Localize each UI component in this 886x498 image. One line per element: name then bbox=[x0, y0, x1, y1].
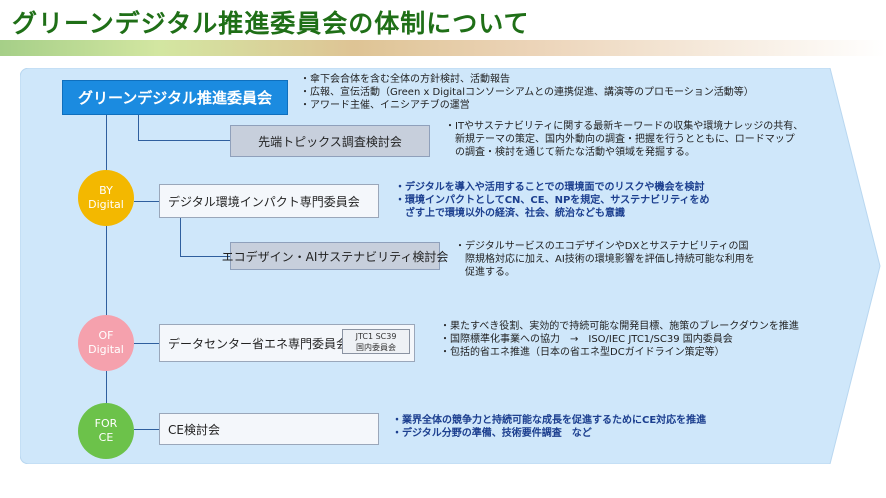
ce-committee-notes: ・業界全体の競争力と持続可能な成長を促進するためにCE対応を推進 ・デジタル分野… bbox=[392, 414, 706, 440]
topics-connector-h bbox=[138, 140, 230, 141]
datacenter-notes: ・果たすべき役割、実効的で持続可能な開発目標、施策のブレークダウンを推進 ・国際… bbox=[440, 320, 799, 359]
topics-connector-v bbox=[138, 115, 139, 140]
note-line: ・広報、宣伝活動（Green x Digitalコンソーシアムとの連携促進、講演… bbox=[300, 87, 754, 98]
for-connector bbox=[134, 429, 159, 430]
circle-label-top: OF bbox=[98, 329, 114, 342]
note-line: ・包括的省エネ推進（日本の省エネ型DCガイドライン策定等） bbox=[440, 347, 725, 358]
of-digital-circle: OF Digital bbox=[78, 315, 134, 371]
note-line: 際規格対応に加え、AI技術の環境影響を評価し持続可能な利用を bbox=[455, 254, 755, 265]
page-title: グリーンデジタル推進委員会の体制について bbox=[12, 9, 530, 38]
digital-impact-notes: ・デジタルを導入や活用することでの環境面でのリスクや機会を検討 ・環境インパクト… bbox=[395, 181, 709, 220]
note-line: ・国際標準化事業への協力 → ISO/IEC JTC1/SC39 国内委員会 bbox=[440, 334, 733, 345]
by-digital-circle: BY Digital bbox=[78, 170, 134, 226]
note-line: 促進する。 bbox=[455, 267, 515, 278]
main-committee-notes: ・傘下会合体を含む全体の方針検討、活動報告 ・広報、宣伝活動（Green x D… bbox=[300, 73, 754, 112]
topics-committee-notes: ・ITやサステナビリティに関する最新キーワードの収集や環境ナレッジの共有、 新規… bbox=[445, 120, 803, 159]
circle-label-top: BY bbox=[99, 184, 113, 197]
note-line: ・デジタルサービスのエコデザインやDXとサステナビリティの国 bbox=[455, 241, 749, 252]
note-line: ・ITやサステナビリティに関する最新キーワードの収集や環境ナレッジの共有、 bbox=[445, 121, 804, 132]
eco-connector-v bbox=[180, 218, 181, 256]
datacenter-committee-label: データセンター省エネ専門委員会 bbox=[168, 336, 349, 351]
circle-label-top: FOR bbox=[94, 417, 118, 430]
note-line: 新規テーマの策定、国内外動向の調査・把握を行うとともに、ロードマップ bbox=[445, 134, 795, 145]
note-line: ・果たすべき役割、実効的で持続可能な開発目標、施策のブレークダウンを推進 bbox=[440, 321, 799, 332]
digital-impact-committee-box[interactable]: デジタル環境インパクト専門委員会 bbox=[159, 184, 379, 218]
note-line: ・アワード主催、イニシアチブの運営 bbox=[300, 100, 470, 111]
main-vertical-connector bbox=[106, 115, 107, 425]
main-committee-box[interactable]: グリーンデジタル推進委員会 bbox=[62, 80, 288, 115]
ce-committee-box[interactable]: CE検討会 bbox=[159, 413, 379, 445]
by-connector bbox=[134, 201, 159, 202]
note-line: ・デジタルを導入や活用することでの環境面でのリスクや機会を検討 bbox=[395, 182, 705, 193]
note-line: ・業界全体の競争力と持続可能な成長を促進するためにCE対応を推進 bbox=[392, 415, 707, 426]
for-ce-circle: FOR CE bbox=[78, 403, 134, 459]
badge-line: JTC1 SC39 bbox=[355, 331, 397, 341]
note-line: ざす上で環境以外の経済、社会、統治なども意識 bbox=[395, 208, 625, 219]
title-underline bbox=[0, 40, 886, 56]
ecodesign-ai-notes: ・デジタルサービスのエコデザインやDXとサステナビリティの国 際規格対応に加え、… bbox=[455, 240, 755, 279]
of-connector bbox=[134, 343, 159, 344]
note-line: ・デジタル分野の準備、技術要件調査 など bbox=[392, 428, 592, 439]
note-line: の調査・検討を通じて新たな活動や領域を発掘する。 bbox=[445, 147, 695, 158]
note-line: ・環境インパクトとしてCN、CE、NPを規定、サステナビリティをめ bbox=[395, 195, 710, 206]
jtc1-sc39-badge: JTC1 SC39 国内委員会 bbox=[342, 329, 410, 354]
circle-label-bottom: CE bbox=[98, 431, 114, 444]
badge-line: 国内委員会 bbox=[356, 342, 396, 352]
topics-committee-box[interactable]: 先端トピックス調査検討会 bbox=[230, 125, 430, 157]
circle-label-bottom: Digital bbox=[88, 198, 124, 211]
note-line: ・傘下会合体を含む全体の方針検討、活動報告 bbox=[300, 74, 510, 85]
circle-label-bottom: Digital bbox=[88, 343, 124, 356]
ecodesign-ai-box[interactable]: エコデザイン・AIサステナビリティ検討会 bbox=[222, 242, 448, 270]
